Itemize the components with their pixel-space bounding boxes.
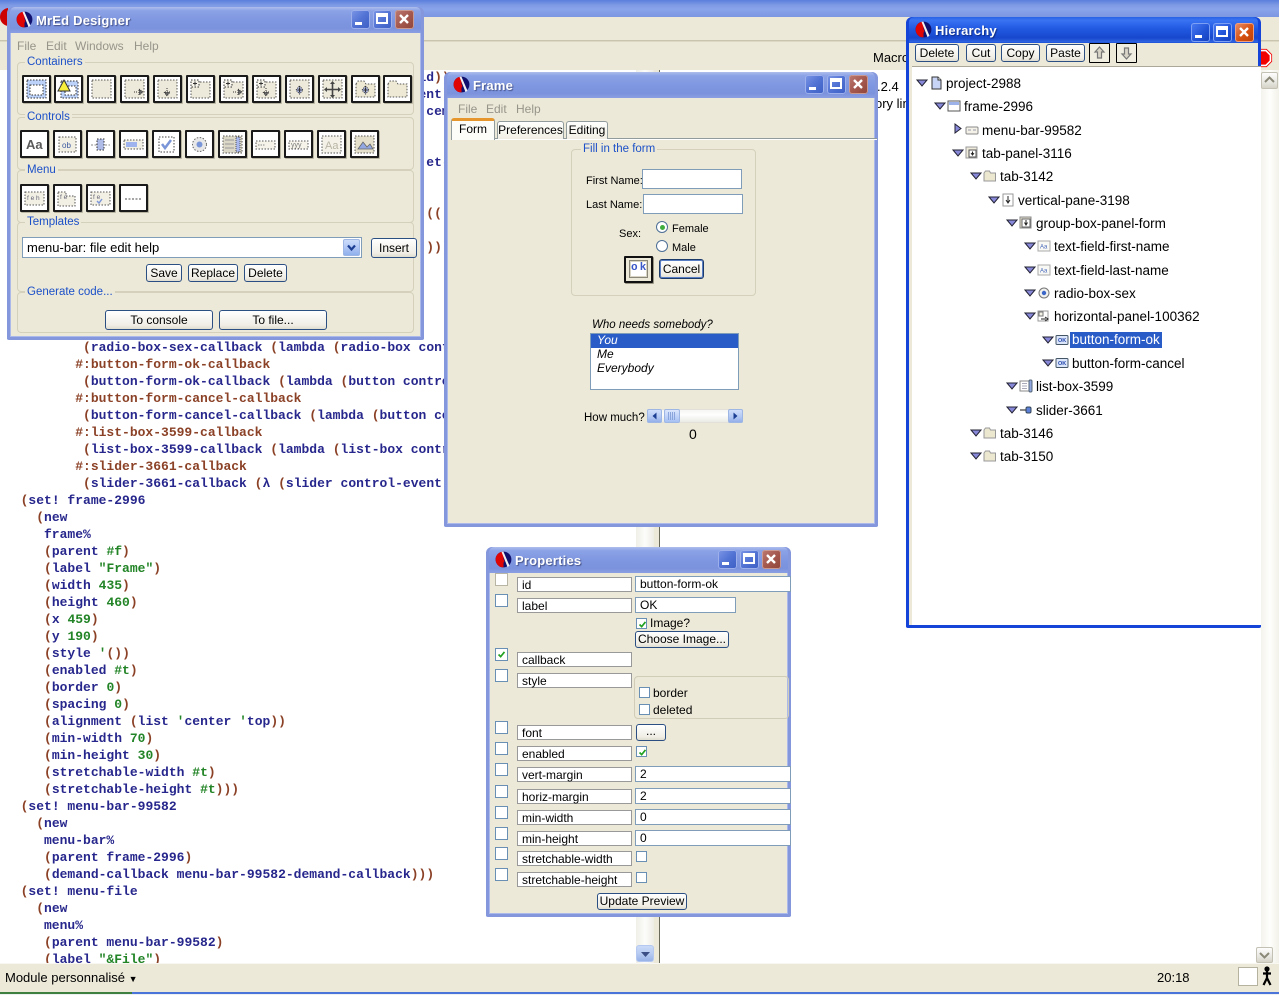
svg-text:Aa: Aa xyxy=(325,140,339,152)
svg-text:OK: OK xyxy=(1058,361,1066,367)
svg-text:Aa: Aa xyxy=(1040,245,1048,251)
svg-text:Aa: Aa xyxy=(1040,269,1048,275)
svg-text:f e: f e xyxy=(60,194,68,201)
svg-text:f e: f e xyxy=(93,194,101,201)
svg-text:OK: OK xyxy=(1058,338,1066,344)
svg-text:ob: ob xyxy=(62,141,71,150)
svg-text:f e h: f e h xyxy=(27,195,40,202)
svg-text:Aa: Aa xyxy=(26,137,43,152)
svg-text:yyy: yyy xyxy=(291,142,302,149)
